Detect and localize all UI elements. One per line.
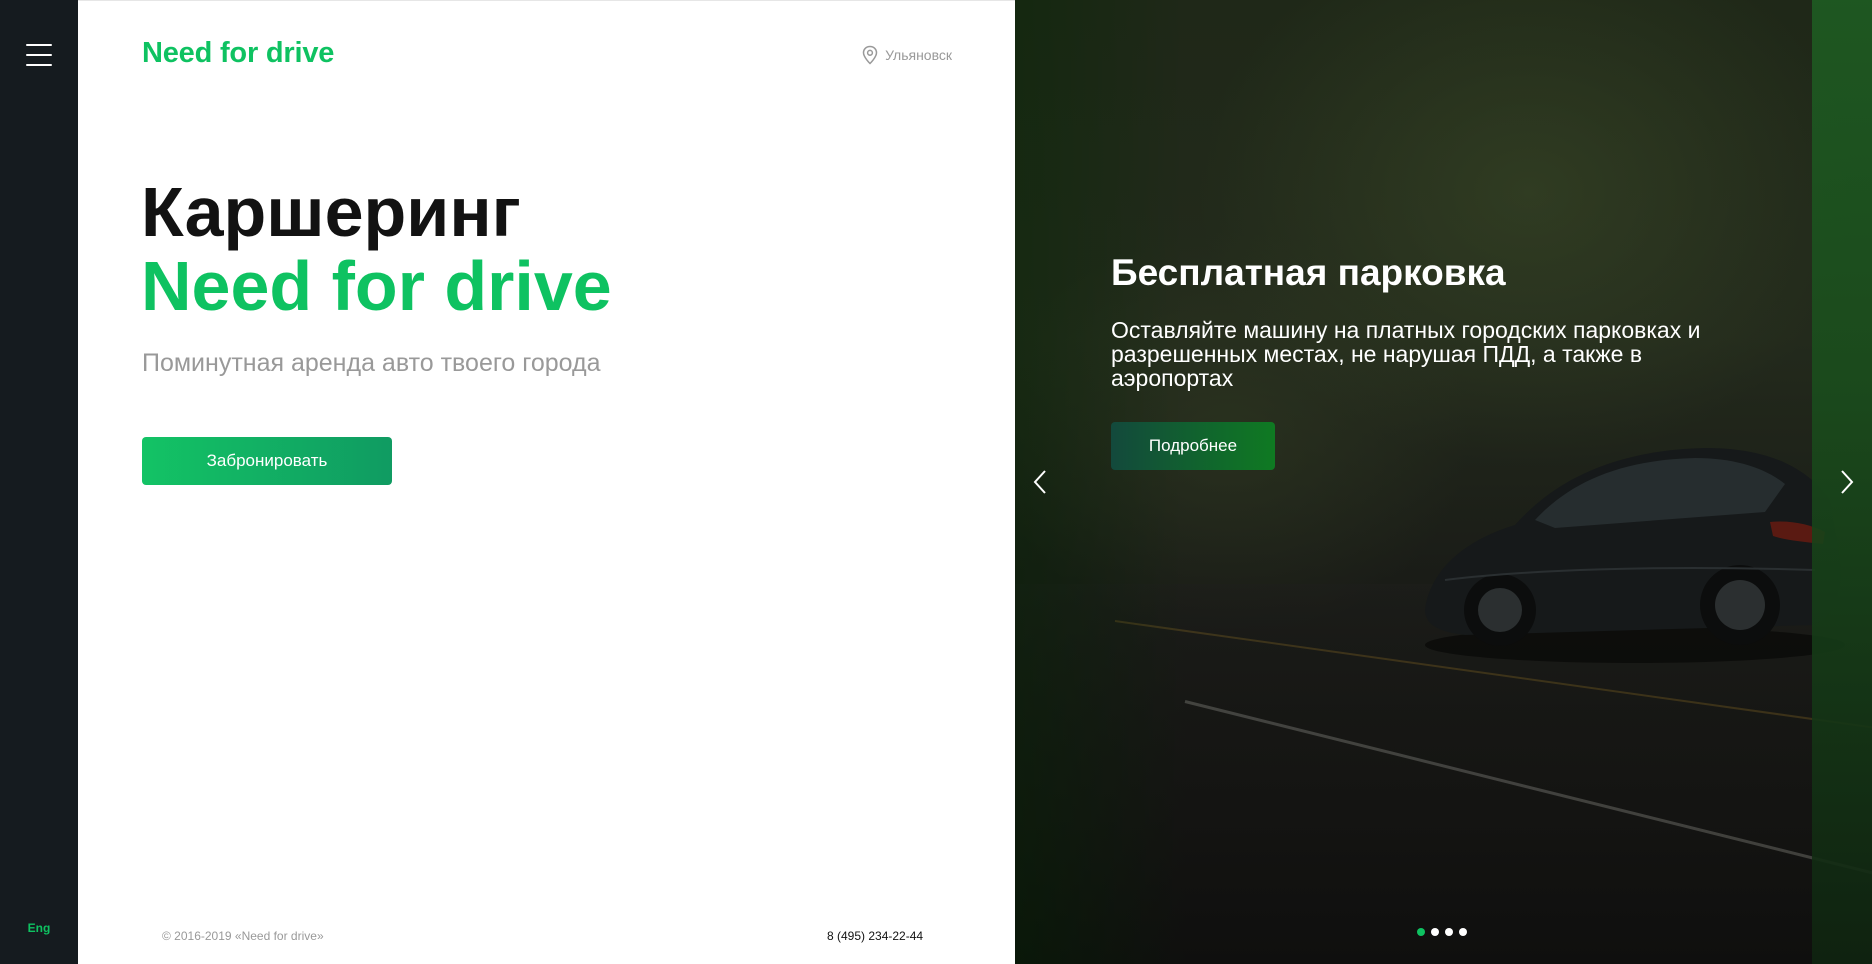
hero-brand: Need for drive (141, 247, 612, 325)
language-switch[interactable]: Eng (0, 921, 78, 935)
slide-dot[interactable] (1445, 928, 1453, 936)
slide-overlay (1015, 0, 1872, 964)
slide-dot[interactable] (1459, 928, 1467, 936)
nav-rail: Eng (0, 0, 78, 964)
slide-dot[interactable] (1431, 928, 1439, 936)
details-button[interactable]: Подробнее (1111, 422, 1275, 470)
hero-subtitle: Поминутная аренда авто твоего города (142, 349, 601, 377)
phone-number[interactable]: 8 (495) 234-22-44 (827, 929, 923, 943)
slide-dot[interactable] (1417, 928, 1425, 936)
copyright: © 2016-2019 «Need for drive» (162, 929, 324, 943)
slide-text: Оставляйте машину на платных городских п… (1111, 317, 1701, 391)
book-button[interactable]: Забронировать (142, 437, 392, 485)
main-panel: Need for drive Ульяновск Каршеринг Need … (78, 0, 1015, 964)
slide-title: Бесплатная парковка (1111, 252, 1506, 293)
slider-pagination (1417, 928, 1467, 936)
promo-slider: Бесплатная парковка Оставляйте машину на… (1015, 0, 1872, 964)
map-pin-icon (862, 45, 878, 65)
city-name: Ульяновск (885, 47, 952, 63)
page: Eng Need for drive Ульяновск Каршеринг N… (0, 0, 1872, 964)
brand-logo[interactable]: Need for drive (142, 37, 334, 70)
hamburger-menu-icon[interactable] (26, 44, 52, 66)
chevron-left-icon[interactable] (1025, 464, 1055, 500)
chevron-right-icon[interactable] (1832, 464, 1862, 500)
hero-title: Каршеринг (141, 173, 521, 251)
city-selector[interactable]: Ульяновск (861, 45, 952, 65)
